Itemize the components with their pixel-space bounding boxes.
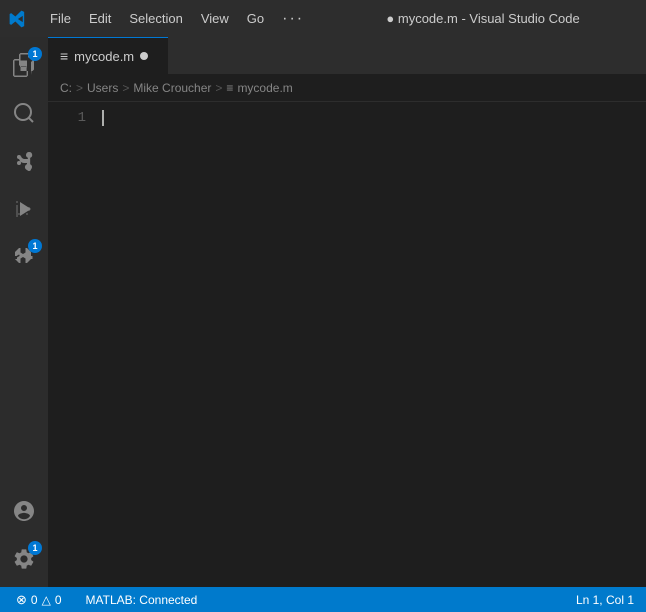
breadcrumb-file[interactable]: mycode.m bbox=[237, 81, 292, 95]
editor-area: ≡ mycode.m C: > Users > Mike Croucher > … bbox=[48, 37, 646, 587]
window-title: ● mycode.m - Visual Studio Code bbox=[328, 11, 638, 26]
tab-bar: ≡ mycode.m bbox=[48, 37, 646, 74]
tab-modified-indicator bbox=[140, 52, 148, 60]
breadcrumb-sep1: > bbox=[76, 81, 83, 95]
warning-count: 0 bbox=[55, 593, 62, 607]
explorer-badge: 1 bbox=[28, 47, 42, 61]
file-menu[interactable]: File bbox=[42, 7, 79, 30]
breadcrumb-drive[interactable]: C: bbox=[60, 81, 72, 95]
tab-file-icon: ≡ bbox=[60, 48, 68, 64]
selection-menu[interactable]: Selection bbox=[121, 7, 190, 30]
settings-badge: 1 bbox=[28, 541, 42, 555]
status-bar-right: Ln 1, Col 1 bbox=[572, 593, 638, 607]
code-line-1 bbox=[102, 110, 646, 126]
activity-item-extensions[interactable]: 1 bbox=[0, 233, 48, 281]
tab-label: mycode.m bbox=[74, 49, 134, 64]
warning-icon: △ bbox=[42, 593, 51, 607]
status-errors-warnings[interactable]: ⊗ 0 △ 0 bbox=[8, 592, 70, 608]
editor-content[interactable]: 1 bbox=[48, 102, 646, 587]
activity-item-run[interactable] bbox=[0, 185, 48, 233]
line-numbers: 1 bbox=[48, 110, 98, 579]
editor-tab[interactable]: ≡ mycode.m bbox=[48, 37, 168, 74]
activity-bar: 1 1 bbox=[0, 37, 48, 587]
status-position[interactable]: Ln 1, Col 1 bbox=[572, 593, 638, 607]
text-cursor bbox=[102, 110, 104, 126]
view-menu[interactable]: View bbox=[193, 7, 237, 30]
breadcrumb: C: > Users > Mike Croucher > ≡ mycode.m bbox=[48, 74, 646, 102]
activity-bar-bottom: 1 bbox=[0, 487, 48, 583]
status-bar-left: ⊗ 0 △ 0 MATLAB: Connected bbox=[8, 592, 205, 608]
activity-item-settings[interactable]: 1 bbox=[0, 535, 48, 583]
error-icon: ⊗ bbox=[16, 592, 27, 608]
status-matlab[interactable]: MATLAB: Connected bbox=[78, 593, 206, 607]
activity-item-account[interactable] bbox=[0, 487, 48, 535]
error-count: 0 bbox=[31, 593, 38, 607]
line-number-1: 1 bbox=[48, 110, 86, 126]
matlab-status-label: MATLAB: Connected bbox=[86, 593, 198, 607]
breadcrumb-user[interactable]: Mike Croucher bbox=[133, 81, 211, 95]
code-area[interactable] bbox=[98, 110, 646, 579]
vscode-logo-icon bbox=[8, 10, 26, 28]
status-bar: ⊗ 0 △ 0 MATLAB: Connected Ln 1, Col 1 bbox=[0, 587, 646, 612]
more-menu[interactable]: ··· bbox=[274, 6, 312, 32]
menu-bar: File Edit Selection View Go ··· bbox=[42, 6, 312, 32]
extensions-badge: 1 bbox=[28, 239, 42, 253]
activity-item-search[interactable] bbox=[0, 89, 48, 137]
search-icon bbox=[12, 101, 36, 125]
activity-item-source-control[interactable] bbox=[0, 137, 48, 185]
breadcrumb-sep3: > bbox=[215, 81, 222, 95]
activity-item-explorer[interactable]: 1 bbox=[0, 41, 48, 89]
account-icon bbox=[12, 499, 36, 523]
title-bar: File Edit Selection View Go ··· ● mycode… bbox=[0, 0, 646, 37]
go-menu[interactable]: Go bbox=[239, 7, 272, 30]
edit-menu[interactable]: Edit bbox=[81, 7, 119, 30]
run-icon bbox=[12, 197, 36, 221]
breadcrumb-sep2: > bbox=[122, 81, 129, 95]
main-layout: 1 1 bbox=[0, 37, 646, 587]
breadcrumb-file-icon: ≡ bbox=[226, 81, 233, 95]
source-control-icon bbox=[12, 149, 36, 173]
breadcrumb-users[interactable]: Users bbox=[87, 81, 118, 95]
